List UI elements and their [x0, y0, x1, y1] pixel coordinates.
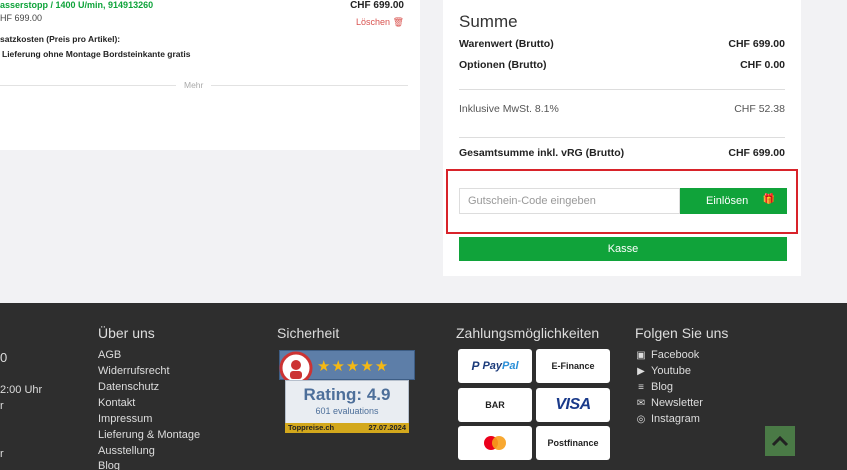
cart-item-price: CHF 699.00	[350, 0, 404, 11]
social-link-label: Instagram	[651, 413, 700, 425]
footer-link-contact[interactable]: Kontakt	[98, 397, 135, 409]
scroll-to-top-button[interactable]	[765, 426, 795, 456]
footer-link-imprint[interactable]: Impressum	[98, 413, 152, 425]
summary-row-value: CHF 699.00	[728, 38, 785, 50]
delete-button[interactable]: Löschen 🗑	[356, 17, 404, 28]
paypal-logo-icon: P	[471, 359, 480, 373]
social-link-blog[interactable]: ≡ Blog	[635, 381, 673, 393]
rating-date: 27.07.2024	[368, 423, 406, 432]
postfinance-logo[interactable]: Postfinance	[536, 426, 610, 460]
redeem-label: Einlösen	[706, 195, 749, 207]
cart-item-card: asserstopp / 1400 U/min, 914913260 HF 69…	[0, 0, 420, 150]
rating-site: Toppreise.ch	[288, 423, 335, 432]
footer-left-fragment: 0	[0, 350, 8, 365]
voucher-code-input[interactable]	[459, 188, 680, 214]
social-link-facebook[interactable]: ▣ Facebook	[635, 349, 699, 361]
payment-heading: Zahlungsmöglichkeiten	[456, 325, 600, 341]
social-link-label: Youtube	[651, 365, 691, 377]
summary-row-label: Warenwert (Brutto)	[459, 38, 554, 50]
about-heading: Über uns	[98, 325, 155, 341]
social-link-newsletter[interactable]: ✉ Newsletter	[635, 397, 703, 409]
summary-row-options: Optionen (Brutto) CHF 0.00	[459, 59, 785, 71]
footer-left-fragment: r	[0, 400, 4, 412]
footer-link-delivery[interactable]: Lieferung & Montage	[98, 429, 200, 441]
social-link-instagram[interactable]: ◎ Instagram	[635, 413, 700, 425]
summary-row-total: Gesamtsumme inkl. vRG (Brutto) CHF 699.0…	[459, 147, 785, 159]
rating-evaluations: 601 evaluations	[315, 406, 379, 416]
rating-badge[interactable]: ★★★★★ Rating: 4.9 601 evaluations Toppre…	[279, 350, 415, 434]
newsletter-icon: ✉	[636, 398, 646, 409]
more-link[interactable]: Mehr	[176, 80, 212, 90]
youtube-icon: ▶	[637, 366, 645, 377]
footer-left-fragment: r	[0, 448, 4, 460]
summary-title: Summe	[459, 12, 518, 31]
rating-badge-footer: Toppreise.ch 27.07.2024	[285, 423, 409, 433]
delete-label: Löschen	[356, 17, 391, 27]
visa-logo[interactable]: VISA	[536, 388, 610, 422]
footer-left-fragment: 2:00 Uhr	[0, 384, 43, 396]
efinance-logo[interactable]: E-Finance	[536, 349, 610, 383]
social-link-label: Facebook	[651, 349, 700, 361]
summary-card: Summe Warenwert (Brutto) CHF 699.00 Opti…	[443, 0, 801, 276]
chevron-up-icon	[771, 435, 789, 447]
rating-value: Rating: 4.9	[303, 385, 391, 404]
summary-row-label: Gesamtsumme inkl. vRG (Brutto)	[459, 147, 625, 159]
social-link-label: Blog	[651, 381, 674, 393]
instagram-icon: ◎	[636, 414, 646, 425]
bar-payment-logo[interactable]: BAR	[458, 388, 532, 422]
rating-stars-icon: ★★★★★	[317, 358, 390, 375]
cart-item-title[interactable]: asserstopp / 1400 U/min, 914913260	[0, 0, 153, 10]
extra-costs-label: satzkosten (Preis pro Artikel):	[0, 34, 121, 44]
summary-row-label: Inklusive MwSt. 8.1%	[459, 103, 559, 115]
footer-link-revocation[interactable]: Widerrufsrecht	[98, 365, 170, 377]
footer-link-agb[interactable]: AGB	[98, 349, 121, 361]
summary-divider	[459, 89, 785, 90]
list-icon: ≡	[638, 382, 644, 393]
redeem-voucher-button[interactable]: Einlösen 🎁	[680, 188, 787, 214]
social-link-label: Newsletter	[651, 397, 703, 409]
paypal-text-a: Pay	[482, 360, 503, 372]
social-link-youtube[interactable]: ▶ Youtube	[635, 365, 691, 377]
trash-icon: 🗑	[392, 17, 404, 27]
summary-row-value: CHF 52.38	[734, 103, 785, 115]
checkout-button[interactable]: Kasse	[459, 237, 787, 261]
mastercard-icon	[484, 436, 506, 450]
footer-link-showroom[interactable]: Ausstellung	[98, 445, 155, 457]
social-heading: Folgen Sie uns	[635, 325, 729, 341]
summary-row-value: CHF 0.00	[740, 59, 785, 71]
paypal-text-b: Pal	[502, 360, 519, 372]
footer: 0 2:00 Uhr r r Über uns AGB Widerrufsrec…	[0, 303, 847, 470]
facebook-icon: ▣	[636, 350, 646, 361]
gift-icon: 🎁	[762, 194, 775, 205]
footer-link-privacy[interactable]: Datenschutz	[98, 381, 159, 393]
security-heading: Sicherheit	[277, 325, 340, 341]
summary-row-vat: Inklusive MwSt. 8.1% CHF 52.38	[459, 103, 785, 115]
summary-row-goods: Warenwert (Brutto) CHF 699.00	[459, 38, 785, 50]
summary-divider	[459, 137, 785, 138]
footer-link-blog[interactable]: Blog	[98, 460, 120, 470]
cart-item-unit-price: HF 699.00	[0, 13, 43, 23]
summary-row-label: Optionen (Brutto)	[459, 59, 547, 71]
paypal-logo[interactable]: P Pay Pal	[458, 349, 532, 383]
mastercard-logo[interactable]	[458, 426, 532, 460]
summary-row-value: CHF 699.00	[728, 147, 785, 159]
extra-costs-value: Lieferung ohne Montage Bordsteinkante gr…	[2, 49, 191, 59]
